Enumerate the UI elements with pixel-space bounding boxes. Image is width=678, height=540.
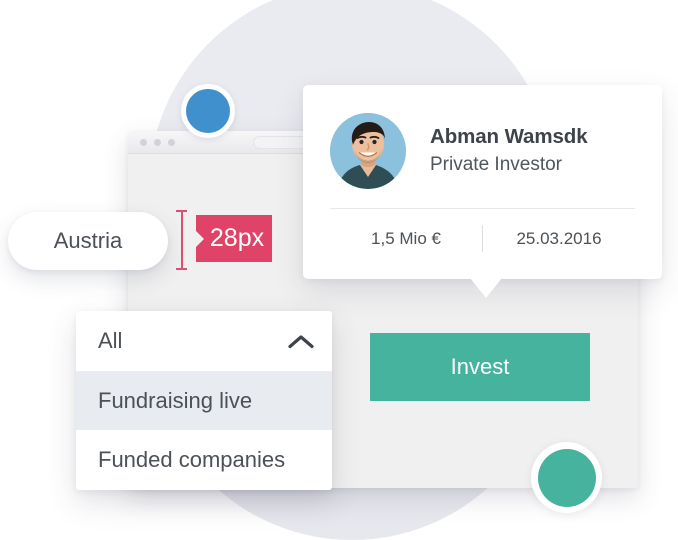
measure-cap-bottom-icon: [176, 268, 187, 270]
dropdown-toggle[interactable]: All: [76, 311, 332, 371]
measurement-value: 28px: [209, 224, 265, 252]
window-controls[interactable]: [140, 139, 175, 146]
dropdown-option-fundraising-live[interactable]: Fundraising live: [76, 371, 332, 430]
avatar: [330, 113, 406, 189]
investor-card: Abman Wamsdk Private Investor 1,5 Mio € …: [303, 85, 662, 298]
stat-amount: 1,5 Mio €: [371, 228, 441, 248]
illustration-stage: Invest Abman Wamsdk Private Investor 1,5…: [0, 0, 678, 540]
window-control-minimize-icon[interactable]: [154, 139, 161, 146]
invest-button[interactable]: Invest: [370, 333, 590, 401]
stat-date: 25.03.2016: [516, 228, 602, 248]
card-divider: [330, 208, 635, 209]
location-pill[interactable]: Austria: [8, 212, 168, 270]
dropdown-selected-label: All: [98, 328, 123, 353]
investor-name: Abman Wamsdk: [430, 124, 588, 148]
window-control-close-icon[interactable]: [140, 139, 147, 146]
card-tail-icon: [470, 278, 502, 298]
investor-identity: Abman Wamsdk Private Investor: [430, 124, 588, 178]
investor-role: Private Investor: [430, 154, 562, 176]
avatar-photo-icon: [330, 113, 406, 189]
filter-dropdown: All Fundraising live Funded companies: [76, 311, 332, 490]
callout-notch-icon: [195, 229, 204, 248]
measure-bar-icon: [176, 210, 187, 270]
blue-circle-icon: [181, 84, 235, 138]
chevron-up-icon[interactable]: [288, 334, 314, 349]
teal-circle-icon: [531, 442, 602, 513]
window-control-zoom-icon[interactable]: [168, 139, 175, 146]
measure-stem-icon: [181, 210, 183, 270]
investor-stats: 1,5 Mio € 25.03.2016: [303, 225, 662, 252]
measurement-badge: 28px: [195, 215, 272, 262]
investor-card-header: Abman Wamsdk Private Investor: [303, 85, 662, 189]
dropdown-option-funded-companies[interactable]: Funded companies: [76, 430, 332, 489]
